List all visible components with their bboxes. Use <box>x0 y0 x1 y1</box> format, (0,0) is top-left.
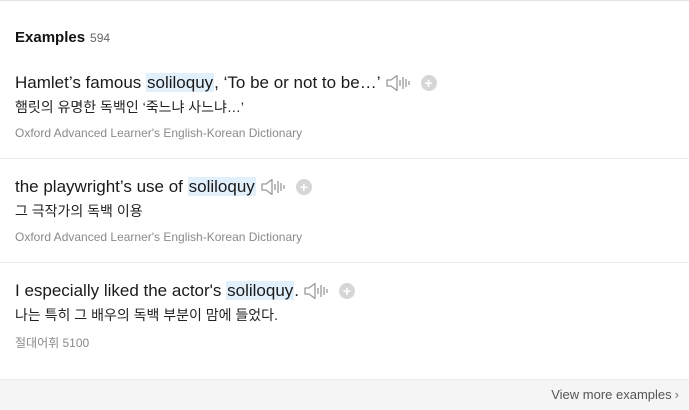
add-to-wordbook-button[interactable]: + <box>295 179 312 195</box>
example-translation: 나는 특히 그 배우의 독백 부분이 맘에 들었다. <box>15 307 278 323</box>
view-more-examples-link[interactable]: View more examples › <box>551 387 679 402</box>
highlighted-word: soliloquy <box>146 73 215 92</box>
divider <box>0 262 689 263</box>
example-translation: 햄릿의 유명한 독백인 ‘죽느냐 사느냐…’ <box>15 99 244 115</box>
speaker-icon[interactable] <box>303 282 329 300</box>
example-sentence: the playwright’s use of soliloquy <box>15 177 256 197</box>
sentence-text: . <box>294 281 300 300</box>
add-to-wordbook-button[interactable]: + <box>339 283 356 299</box>
example-item: I especially liked the actor's soliloquy… <box>15 279 689 351</box>
example-translation: 그 극작가의 독백 이용 <box>15 203 143 219</box>
speaker-icon[interactable] <box>260 178 286 196</box>
example-source: Oxford Advanced Learner's English-Korean… <box>15 126 303 140</box>
examples-header: Examples 594 <box>15 29 110 46</box>
example-item: the playwright’s use of soliloquy + 그 극작… <box>15 175 689 244</box>
section-title: Examples <box>15 29 86 46</box>
examples-count: 594 <box>90 31 111 45</box>
highlighted-word: soliloquy <box>187 177 256 196</box>
example-source: Oxford Advanced Learner's English-Korean… <box>15 230 303 244</box>
add-to-wordbook-button[interactable]: + <box>420 75 437 91</box>
example-item: Hamlet’s famous soliloquy, ‘To be or not… <box>15 71 689 140</box>
example-sentence: Hamlet’s famous soliloquy, ‘To be or not… <box>15 73 381 93</box>
sentence-text: Hamlet’s famous <box>15 73 147 92</box>
sentence-text: , ‘To be or not to be…’ <box>214 73 381 92</box>
example-source: 절대어휘 5100 <box>15 336 90 350</box>
speaker-icon[interactable] <box>385 74 411 92</box>
chevron-right-icon: › <box>674 387 679 402</box>
sentence-text: I especially liked the actor's <box>15 281 227 300</box>
sentence-text: the playwright’s use of <box>15 177 188 196</box>
footer-bar: View more examples › <box>0 379 689 410</box>
divider <box>0 158 689 159</box>
top-border <box>0 0 689 1</box>
example-sentence: I especially liked the actor's soliloquy… <box>15 281 299 301</box>
view-more-label: View more examples <box>551 387 672 402</box>
highlighted-word: soliloquy <box>226 281 295 300</box>
